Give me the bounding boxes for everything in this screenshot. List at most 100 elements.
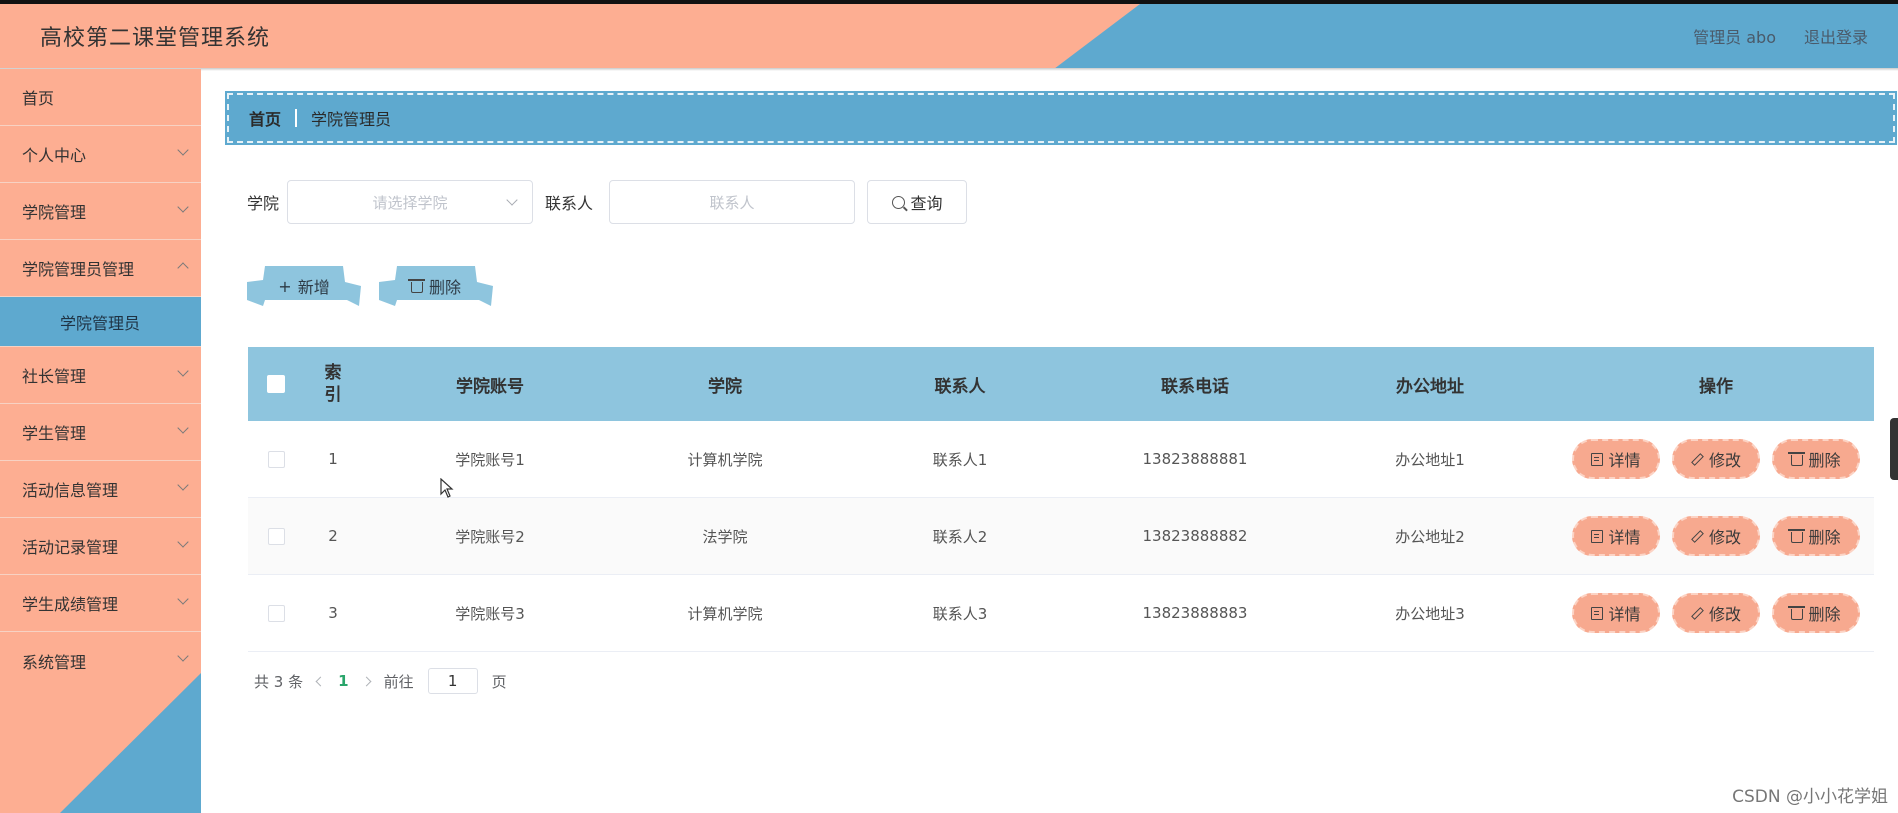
detail-button[interactable]: 详情	[1572, 593, 1660, 633]
add-button-label: 新增	[297, 278, 330, 297]
edit-button[interactable]: 修改	[1672, 593, 1760, 633]
add-button[interactable]: + 新增	[247, 266, 361, 306]
cell-college: 计算机学院	[687, 450, 763, 469]
admin-user-label[interactable]: 管理员 abo	[1693, 24, 1776, 48]
cell-phone: 13823888882	[1142, 527, 1248, 545]
table-row[interactable]: 1 学院账号1 计算机学院 联系人1 13823888881 办公地址1 详情 …	[248, 421, 1874, 498]
document-icon	[1591, 452, 1604, 466]
watermark: CSDN @小小花学姐	[1732, 787, 1888, 807]
total-suffix: 条	[288, 672, 304, 691]
sidebar-item-label: 学生成绩管理	[22, 595, 119, 614]
cell-college: 计算机学院	[687, 604, 763, 623]
breadcrumb: 首页 学院管理员	[225, 91, 1897, 145]
goto-page-value: 1	[447, 672, 458, 690]
cell-account: 学院账号1	[455, 450, 525, 469]
logout-link[interactable]: 退出登录	[1804, 24, 1868, 48]
header-shadow	[0, 68, 1898, 71]
detail-button[interactable]: 详情	[1572, 439, 1660, 479]
cell-contact: 联系人1	[932, 450, 988, 469]
table-row[interactable]: 3 学院账号3 计算机学院 联系人3 13823888883 办公地址3 详情 …	[248, 575, 1874, 652]
goto-suffix: 页	[491, 672, 507, 691]
goto-page-input[interactable]: 1	[427, 668, 478, 694]
sidebar-item-activity-info-management[interactable]: 活动信息管理	[0, 461, 201, 518]
prev-page-icon[interactable]	[315, 676, 326, 686]
header-ops: 操作	[1699, 376, 1733, 397]
trash-icon	[1788, 529, 1806, 543]
contact-filter-label: 联系人	[545, 194, 594, 213]
sidebar-item-label: 学院管理	[22, 203, 87, 222]
trash-icon	[407, 279, 425, 293]
app-title: 高校第二课堂管理系统	[40, 26, 271, 51]
sidebar-item-student-management[interactable]: 学生管理	[0, 404, 201, 461]
chevron-down-icon	[177, 365, 189, 377]
row-checkbox[interactable]	[267, 450, 285, 468]
detail-label: 详情	[1608, 528, 1641, 547]
total-prefix: 共	[254, 672, 270, 691]
edit-button[interactable]: 修改	[1672, 516, 1760, 556]
sidebar-decoration	[60, 673, 201, 813]
table-row[interactable]: 2 学院账号2 法学院 联系人2 13823888882 办公地址2 详情 修改…	[248, 498, 1874, 575]
delete-button[interactable]: 删除	[1772, 439, 1860, 479]
sidebar-item-personal-center[interactable]: 个人中心	[0, 126, 201, 183]
sidebar-item-grade-management[interactable]: 学生成绩管理	[0, 575, 201, 632]
row-checkbox[interactable]	[267, 604, 285, 622]
page-number-current[interactable]: 1	[338, 672, 348, 690]
sidebar-item-label: 活动记录管理	[22, 538, 119, 557]
sidebar-subitem-college-admin[interactable]: 学院管理员	[0, 297, 201, 347]
sidebar-item-label: 学院管理员管理	[22, 260, 135, 279]
cell-address: 办公地址1	[1395, 450, 1465, 469]
cell-phone: 13823888883	[1142, 604, 1248, 622]
sidebar-item-college-management[interactable]: 学院管理	[0, 183, 201, 240]
sidebar-item-home[interactable]: 首页	[0, 69, 201, 126]
sidebar-item-label: 学生管理	[22, 424, 87, 443]
edit-button[interactable]: 修改	[1672, 439, 1760, 479]
contact-input-placeholder: 联系人	[709, 193, 755, 212]
sidebar-item-college-admin-management[interactable]: 学院管理员管理	[0, 240, 201, 297]
delete-button[interactable]: 删除	[1772, 593, 1860, 633]
cell-contact: 联系人2	[932, 527, 988, 546]
delete-label: 删除	[1808, 451, 1841, 470]
cell-index: 2	[328, 527, 338, 545]
cell-address: 办公地址3	[1395, 604, 1465, 623]
sidebar-item-label: 个人中心	[22, 146, 87, 165]
contact-input[interactable]: 联系人	[609, 180, 856, 224]
delete-label: 删除	[1808, 605, 1841, 624]
delete-label: 删除	[1808, 528, 1841, 547]
detail-button[interactable]: 详情	[1572, 516, 1660, 556]
chevron-down-icon	[177, 536, 189, 548]
sidebar-item-label: 学院管理员	[60, 313, 141, 333]
total-value: 3	[273, 672, 284, 691]
document-icon	[1591, 606, 1604, 620]
college-admin-table: 索引 学院账号 学院 联系人 联系电话 办公地址 操作 1 学院账号1 计算机学…	[248, 347, 1874, 652]
sidebar-item-system-management[interactable]: 系统管理	[0, 632, 201, 689]
search-button[interactable]: 查询	[867, 180, 968, 224]
search-icon	[891, 195, 905, 209]
plus-icon: +	[278, 276, 292, 296]
cell-address: 办公地址2	[1395, 527, 1465, 546]
sidebar-item-label: 活动信息管理	[22, 481, 119, 500]
delete-button[interactable]: 删除	[1772, 516, 1860, 556]
header-user-area: 管理员 abo 退出登录	[1693, 24, 1868, 48]
select-all-checkbox[interactable]	[267, 375, 285, 393]
sidebar-item-club-leader-management[interactable]: 社长管理	[0, 347, 201, 404]
sidebar-item-activity-record-management[interactable]: 活动记录管理	[0, 518, 201, 575]
next-page-icon[interactable]	[361, 676, 372, 686]
breadcrumb-home[interactable]: 首页	[249, 106, 281, 130]
cell-phone: 13823888881	[1142, 450, 1248, 468]
edit-label: 修改	[1708, 528, 1741, 547]
college-filter-label: 学院	[247, 194, 280, 213]
pencil-icon	[1691, 606, 1704, 620]
side-scroll-handle[interactable]	[1890, 418, 1898, 480]
chevron-down-icon	[177, 593, 189, 605]
batch-delete-label: 删除	[428, 278, 461, 297]
pencil-icon	[1691, 452, 1704, 466]
trash-icon	[1788, 606, 1806, 620]
chevron-up-icon	[177, 262, 189, 274]
goto-label: 前往	[383, 672, 414, 691]
trash-icon	[1788, 452, 1806, 466]
college-select[interactable]: 请选择学院	[287, 180, 534, 224]
row-checkbox[interactable]	[267, 527, 285, 545]
mouse-cursor-icon	[440, 478, 454, 498]
batch-delete-button[interactable]: 删除	[379, 266, 493, 306]
header-contact: 联系人	[934, 376, 986, 397]
